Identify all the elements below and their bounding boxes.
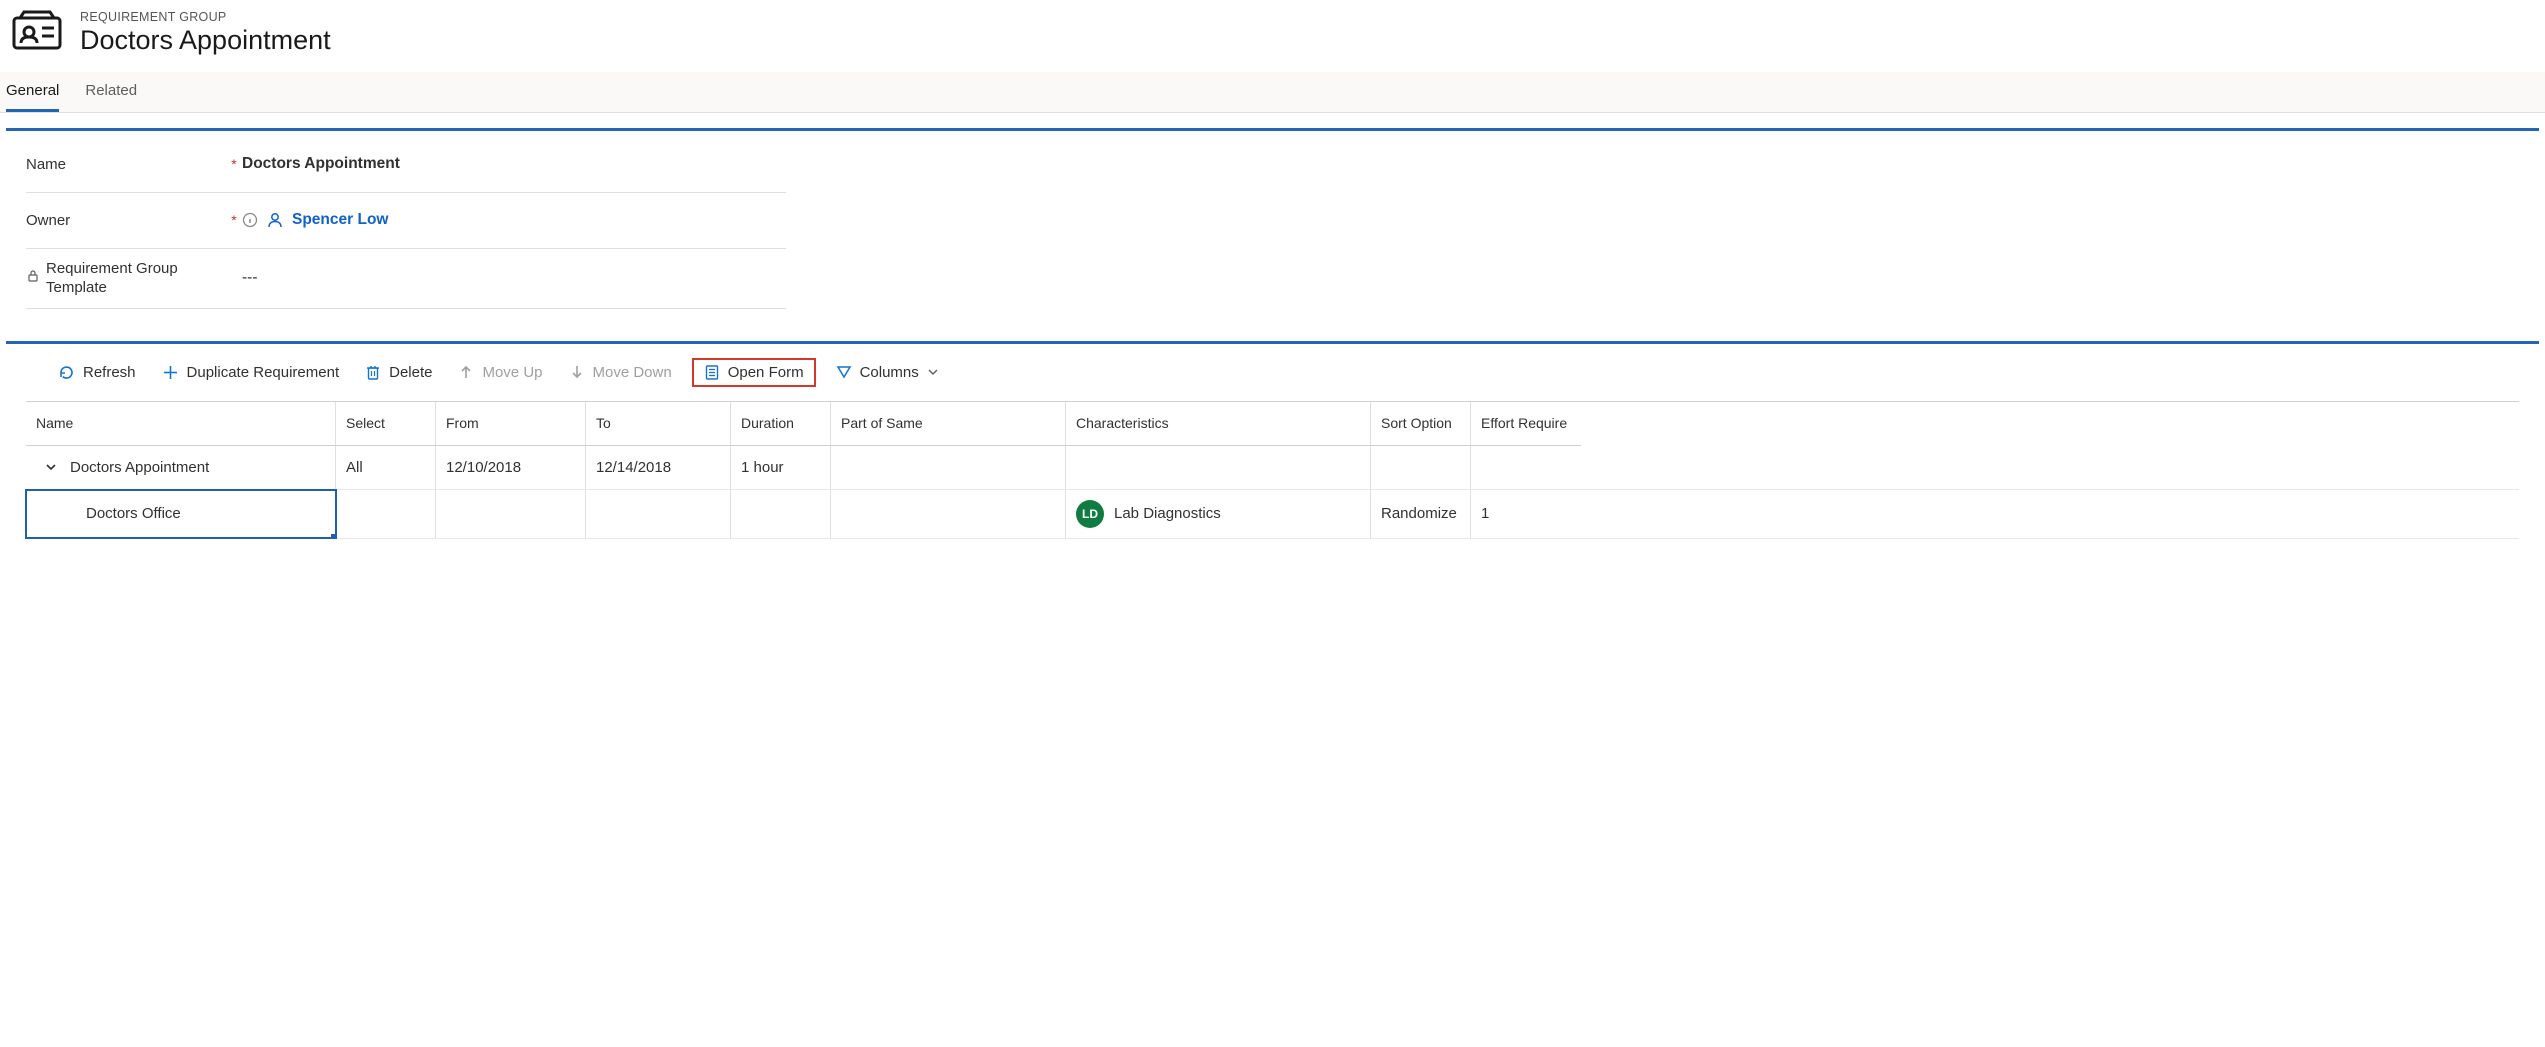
- delete-label: Delete: [389, 364, 432, 381]
- delete-button[interactable]: Delete: [359, 360, 438, 385]
- row-from[interactable]: [436, 490, 586, 538]
- row-char[interactable]: LD Lab Diagnostics: [1066, 490, 1371, 538]
- col-part[interactable]: Part of Same: [831, 402, 1066, 446]
- row-duration[interactable]: [731, 490, 831, 538]
- row-duration[interactable]: 1 hour: [731, 446, 831, 489]
- name-label: Name: [26, 156, 66, 173]
- tab-bar: General Related: [0, 72, 2545, 113]
- col-to[interactable]: To: [586, 402, 731, 446]
- duplicate-label: Duplicate Requirement: [187, 364, 340, 381]
- row-select[interactable]: All: [336, 446, 436, 489]
- col-sort[interactable]: Sort Option: [1371, 402, 1471, 446]
- template-value: ---: [242, 259, 786, 297]
- col-char[interactable]: Characteristics: [1066, 402, 1371, 446]
- openform-label: Open Form: [728, 364, 804, 381]
- required-marker: *: [226, 156, 242, 172]
- row-select[interactable]: [336, 490, 436, 538]
- col-from[interactable]: From: [436, 402, 586, 446]
- lock-icon: [26, 269, 40, 287]
- field-template: Requirement Group Template ---: [26, 249, 786, 309]
- row-name: Doctors Appointment: [70, 459, 209, 476]
- columns-button[interactable]: Columns: [830, 360, 945, 385]
- field-owner: Owner * Spencer Low: [26, 193, 786, 249]
- movedown-button: Move Down: [563, 360, 678, 385]
- row-char[interactable]: [1066, 446, 1371, 489]
- page-header: REQUIREMENT GROUP Doctors Appointment: [0, 0, 2545, 72]
- col-effort[interactable]: Effort Require: [1471, 402, 1581, 446]
- grid-header: Name Select From To Duration Part of Sam…: [26, 402, 2519, 446]
- grid-toolbar: Refresh Duplicate Requirement Delete Mov…: [6, 352, 2539, 401]
- chevron-down-icon[interactable]: [44, 460, 58, 474]
- chevron-down-icon: [927, 366, 939, 378]
- refresh-label: Refresh: [83, 364, 136, 381]
- table-row[interactable]: Doctors Office LD Lab Diagnostics Random…: [26, 490, 2519, 539]
- tab-general[interactable]: General: [6, 72, 59, 112]
- row-sort[interactable]: [1371, 446, 1471, 489]
- requirements-section: Refresh Duplicate Requirement Delete Mov…: [6, 341, 2539, 539]
- tab-related[interactable]: Related: [85, 72, 137, 112]
- row-sort[interactable]: Randomize: [1371, 490, 1471, 538]
- info-icon: [242, 212, 258, 228]
- requirements-grid: Name Select From To Duration Part of Sam…: [26, 401, 2519, 539]
- moveup-label: Move Up: [482, 364, 542, 381]
- template-label: Requirement Group Template: [46, 259, 226, 298]
- col-name[interactable]: Name: [26, 402, 336, 446]
- columns-label: Columns: [860, 364, 919, 381]
- row-from[interactable]: 12/10/2018: [436, 446, 586, 489]
- general-section: Name * Doctors Appointment Owner * Spenc…: [6, 128, 2539, 329]
- row-to[interactable]: [586, 490, 731, 538]
- refresh-button[interactable]: Refresh: [52, 360, 142, 385]
- page-eyebrow: REQUIREMENT GROUP: [80, 10, 331, 24]
- col-select[interactable]: Select: [336, 402, 436, 446]
- duplicate-button[interactable]: Duplicate Requirement: [156, 360, 346, 385]
- owner-link[interactable]: Spencer Low: [292, 211, 388, 229]
- row-name: Doctors Office: [86, 505, 181, 522]
- row-part[interactable]: [831, 490, 1066, 538]
- person-icon: [266, 211, 284, 229]
- page-title: Doctors Appointment: [80, 24, 331, 58]
- requirement-group-icon: [12, 10, 62, 52]
- openform-button[interactable]: Open Form: [692, 358, 816, 387]
- char-text: Lab Diagnostics: [1114, 505, 1221, 522]
- field-name: Name * Doctors Appointment: [26, 137, 786, 193]
- required-marker: *: [226, 212, 242, 228]
- row-to[interactable]: 12/14/2018: [586, 446, 731, 489]
- col-duration[interactable]: Duration: [731, 402, 831, 446]
- avatar: LD: [1076, 500, 1104, 528]
- table-row[interactable]: Doctors Appointment All 12/10/2018 12/14…: [26, 446, 2519, 490]
- owner-label: Owner: [26, 212, 70, 229]
- name-value[interactable]: Doctors Appointment: [242, 145, 786, 183]
- movedown-label: Move Down: [593, 364, 672, 381]
- row-effort[interactable]: 1: [1471, 490, 1581, 538]
- row-part[interactable]: [831, 446, 1066, 489]
- moveup-button: Move Up: [452, 360, 548, 385]
- row-effort[interactable]: [1471, 446, 1581, 489]
